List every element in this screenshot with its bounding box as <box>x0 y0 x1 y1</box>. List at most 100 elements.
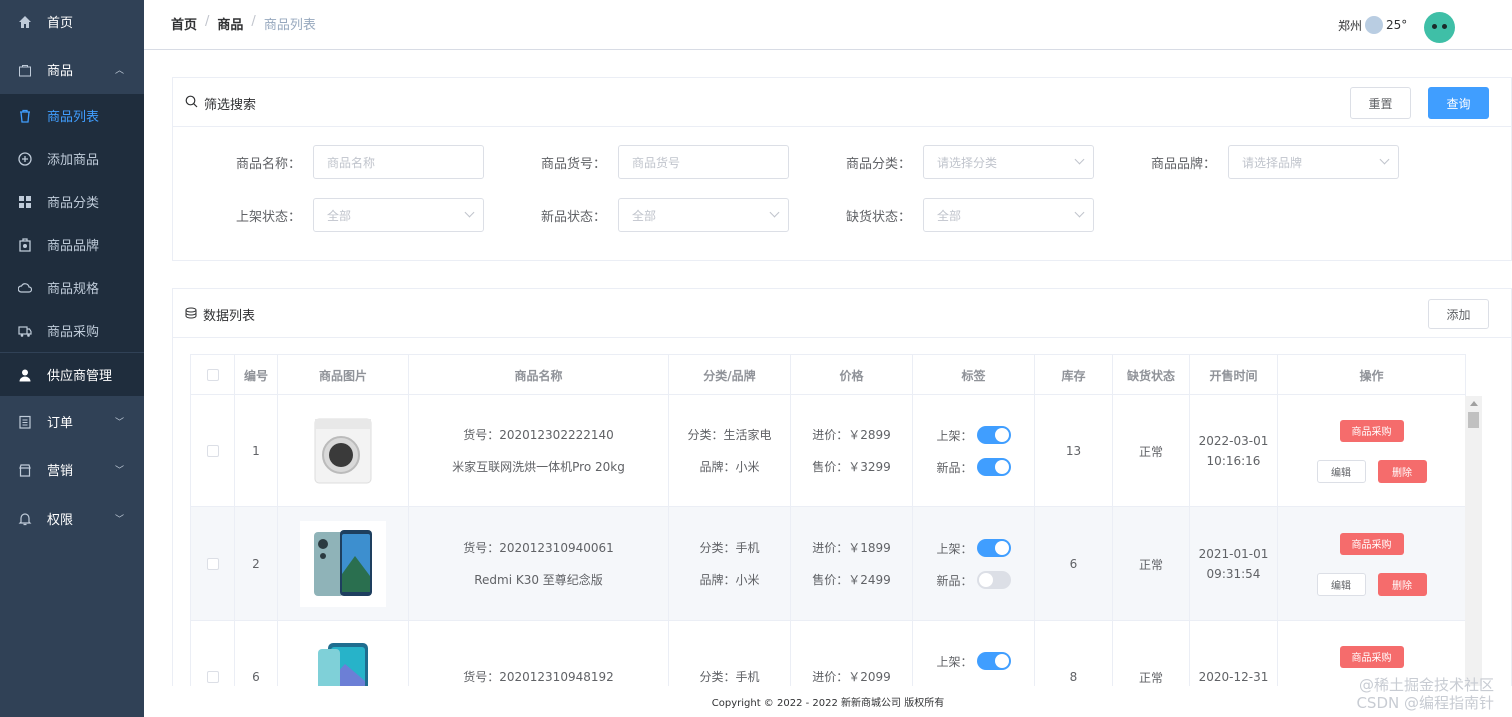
delete-button[interactable]: 删除 <box>1377 459 1427 483</box>
row-select-cell <box>191 507 235 621</box>
grid-icon <box>18 195 32 209</box>
goods-name-input[interactable]: 商品名称 <box>313 145 484 179</box>
row-sku: 货号：202012310948192 <box>463 670 614 684</box>
row-category-cell: 分类：生活家电 品牌：小米 <box>669 395 791 507</box>
sidebar-item-brand[interactable]: 商品品牌 <box>0 223 144 266</box>
shelf-toggle[interactable] <box>976 426 1011 444</box>
new-label: 新品： <box>936 460 973 475</box>
goods-category-select[interactable]: 请选择分类 <box>923 145 1094 179</box>
edit-button[interactable]: 编辑 <box>1316 572 1366 596</box>
sidebar-item-orders[interactable]: 订单 ﹀ <box>0 400 144 443</box>
row-checkbox[interactable] <box>206 558 219 570</box>
sidebar-item-label: 订单 <box>47 416 74 431</box>
row-image-cell <box>278 621 409 686</box>
sidebar-item-home[interactable]: 首页 <box>0 0 144 43</box>
user-icon <box>18 368 32 382</box>
row-price-cell: 进价：￥2099 <box>791 621 913 686</box>
chevron-up-icon: ︿ <box>114 66 124 76</box>
shelf-status-select[interactable]: 全部 <box>313 198 484 232</box>
breadcrumb-goods[interactable]: 商品 <box>217 14 243 33</box>
sidebar-item-goods[interactable]: 商品 ︿ <box>0 48 144 91</box>
sidebar-item-marketing[interactable]: 营销 ﹀ <box>0 448 144 491</box>
new-toggle[interactable] <box>976 571 1011 589</box>
sidebar-item-spec[interactable]: 商品规格 <box>0 266 144 309</box>
row-category-cell: 分类：手机 <box>669 621 791 686</box>
sidebar-item-purchase[interactable]: 商品采购 <box>0 309 144 352</box>
shelf-label: 上架： <box>936 428 973 443</box>
row-sale-time-cell: 2021-01-01 09:31:54 <box>1190 507 1278 621</box>
database-icon <box>185 307 197 323</box>
breadcrumb-home[interactable]: 首页 <box>171 14 197 33</box>
sidebar-item-add-goods[interactable]: 添加商品 <box>0 137 144 180</box>
select-all-checkbox[interactable] <box>206 369 219 381</box>
col-header-tags: 标签 <box>913 355 1035 395</box>
purchase-button[interactable]: 商品采购 <box>1339 419 1404 442</box>
delete-button[interactable]: 删除 <box>1377 572 1427 596</box>
sidebar-item-category[interactable]: 商品分类 <box>0 180 144 223</box>
stock-status-label: 缺货状态： <box>845 210 911 225</box>
row-checkbox[interactable] <box>206 671 219 683</box>
bag-icon <box>18 63 32 77</box>
table-header: 编号 商品图片 商品名称 分类/品牌 价格 标签 库存 缺货状态 开售时间 操作 <box>191 354 1466 395</box>
sidebar-item-goods-list[interactable]: 商品列表 <box>0 94 144 137</box>
col-header-id[interactable]: 编号 <box>235 355 278 395</box>
new-status-select[interactable]: 全部 <box>618 198 789 232</box>
shelf-toggle[interactable] <box>976 539 1011 557</box>
sidebar-item-label: 商品 <box>47 64 74 79</box>
table-scrollbar[interactable] <box>1465 396 1482 686</box>
goods-sku-input[interactable]: 商品货号 <box>618 145 789 179</box>
row-status: 正常 <box>1113 395 1190 507</box>
sidebar-item-label: 商品列表 <box>47 110 100 125</box>
row-id: 2 <box>235 507 278 621</box>
shelf-label: 上架： <box>936 541 973 556</box>
edit-button[interactable]: 编辑 <box>1316 459 1366 483</box>
shelf-label: 上架： <box>936 654 973 669</box>
breadcrumb: 首页 / 商品 / 商品列表 <box>171 14 316 33</box>
add-button[interactable]: 添加 <box>1428 299 1489 329</box>
weather-widget: 郑州 25° <box>1338 16 1407 34</box>
row-stock: 6 <box>1035 507 1113 621</box>
purchase-button[interactable]: 商品采购 <box>1339 532 1404 555</box>
chevron-down-icon: ﹀ <box>114 515 124 525</box>
row-image-cell <box>278 507 409 621</box>
row-tags-cell: 上架： <box>913 621 1035 686</box>
row-id: 1 <box>235 395 278 507</box>
goods-brand-label: 商品品牌： <box>1150 157 1216 172</box>
sidebar-item-supplier[interactable]: 供应商管理 <box>0 353 144 396</box>
purchase-button[interactable]: 商品采购 <box>1339 645 1404 668</box>
badge-icon <box>18 237 32 252</box>
row-category: 分类：手机 <box>699 670 760 684</box>
row-date: 2020-12-31 <box>1198 670 1269 684</box>
row-actions-cell: 商品采购 编辑 删除 <box>1278 507 1466 621</box>
weather-city: 郑州 <box>1338 18 1363 33</box>
product-image-phone <box>300 634 386 686</box>
scroll-up-icon[interactable] <box>1470 401 1478 406</box>
row-checkbox[interactable] <box>206 445 219 457</box>
row-select-cell <box>191 395 235 507</box>
top-navbar: 首页 / 商品 / 商品列表 郑州 25° <box>144 0 1512 50</box>
shelf-toggle[interactable] <box>976 652 1011 670</box>
chevron-down-icon <box>1074 154 1085 165</box>
goods-brand-select[interactable]: 请选择品牌 <box>1228 145 1399 179</box>
goods-name-label: 商品名称： <box>235 157 301 172</box>
col-header-category: 分类/品牌 <box>669 355 791 395</box>
select-placeholder: 请选择分类 <box>937 155 998 170</box>
query-button[interactable]: 查询 <box>1428 87 1489 119</box>
bell-icon <box>18 512 32 526</box>
stock-status-select[interactable]: 全部 <box>923 198 1094 232</box>
new-toggle[interactable] <box>976 458 1011 476</box>
scrollbar-thumb[interactable] <box>1468 412 1479 428</box>
breadcrumb-current: 商品列表 <box>263 18 316 33</box>
sidebar-item-label: 商品规格 <box>47 282 100 297</box>
table-row: 1 货号：202012302222140 米家互联网洗烘一体机Pro 20kg … <box>191 395 1466 507</box>
row-category: 分类：手机 <box>699 541 760 555</box>
reset-button[interactable]: 重置 <box>1350 87 1411 119</box>
avatar[interactable] <box>1424 12 1455 43</box>
row-sale-time-cell: 2022-03-01 10:16:16 <box>1190 395 1278 507</box>
sidebar-item-label: 首页 <box>47 16 74 31</box>
row-category: 分类：生活家电 <box>687 428 772 442</box>
row-id: 6 <box>235 621 278 686</box>
sidebar-item-permissions[interactable]: 权限 ﹀ <box>0 497 144 540</box>
chevron-down-icon <box>769 207 780 218</box>
goods-sku-label: 商品货号： <box>540 157 606 172</box>
